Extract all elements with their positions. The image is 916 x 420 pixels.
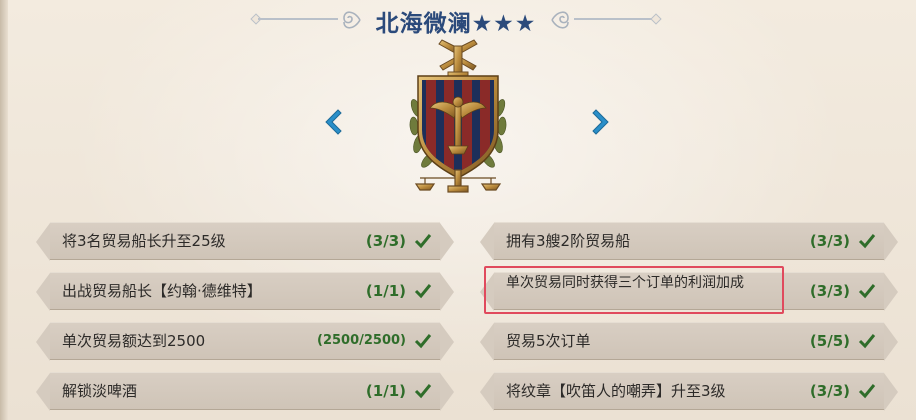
checkmark-icon: [858, 384, 876, 399]
task-row: 贸易5次订单 (5/5): [480, 322, 898, 361]
panel-left-edge: [0, 0, 8, 420]
checkmark-icon: [858, 234, 876, 249]
page-title: 北海微澜★★★: [375, 11, 537, 37]
task-label: 出战贸易船长【约翰·德维特】: [62, 282, 262, 300]
task-progress: (3/3): [809, 282, 850, 300]
flourish-left-icon: [343, 11, 361, 29]
task-label: 单次贸易额达到2500: [62, 332, 206, 350]
task-label: 将3名贸易船长升至25级: [62, 232, 226, 250]
checkmark-icon: [858, 334, 876, 349]
banner-line-right: [574, 18, 654, 20]
task-progress: (3/3): [809, 382, 850, 400]
guild-crest-emblem-icon: [409, 39, 507, 193]
highlight-box: [484, 266, 784, 314]
task-label: 解锁淡啤酒: [62, 382, 138, 400]
prev-emblem-button[interactable]: [318, 104, 348, 140]
checkmark-icon: [414, 284, 432, 299]
checkmark-icon: [414, 334, 432, 349]
task-label: 拥有3艘2阶贸易船: [506, 232, 631, 250]
task-row: 将3名贸易船长升至25级 (3/3): [36, 222, 454, 261]
next-emblem-button[interactable]: [586, 104, 616, 140]
task-progress: (5/5): [809, 332, 850, 350]
flourish-right-icon: [551, 11, 569, 29]
task-progress: (3/3): [809, 232, 850, 250]
task-progress: (3/3): [365, 232, 406, 250]
task-row: 拥有3艘2阶贸易船 (3/3): [480, 222, 898, 261]
title-banner: 北海微澜★★★: [250, 2, 662, 38]
task-progress: (1/1): [365, 382, 406, 400]
chevron-left-icon: [325, 109, 342, 135]
task-row: 将纹章【吹笛人的嘲弄】升至3级 (3/3): [480, 372, 898, 411]
banner-ornament-right: [650, 13, 662, 25]
task-progress: (2500/2500): [317, 333, 406, 348]
task-row: 出战贸易船长【约翰·德维特】 (1/1): [36, 272, 454, 311]
task-row: 解锁淡啤酒 (1/1): [36, 372, 454, 411]
checkmark-icon: [414, 384, 432, 399]
checkmark-icon: [858, 284, 876, 299]
task-row: 单次贸易额达到2500 (2500/2500): [36, 322, 454, 361]
checkmark-icon: [414, 234, 432, 249]
banner-line-left: [258, 18, 338, 20]
task-progress: (1/1): [365, 282, 406, 300]
task-label: 贸易5次订单: [506, 332, 591, 350]
chevron-right-icon: [592, 109, 609, 135]
task-label: 将纹章【吹笛人的嘲弄】升至3级: [506, 382, 726, 400]
